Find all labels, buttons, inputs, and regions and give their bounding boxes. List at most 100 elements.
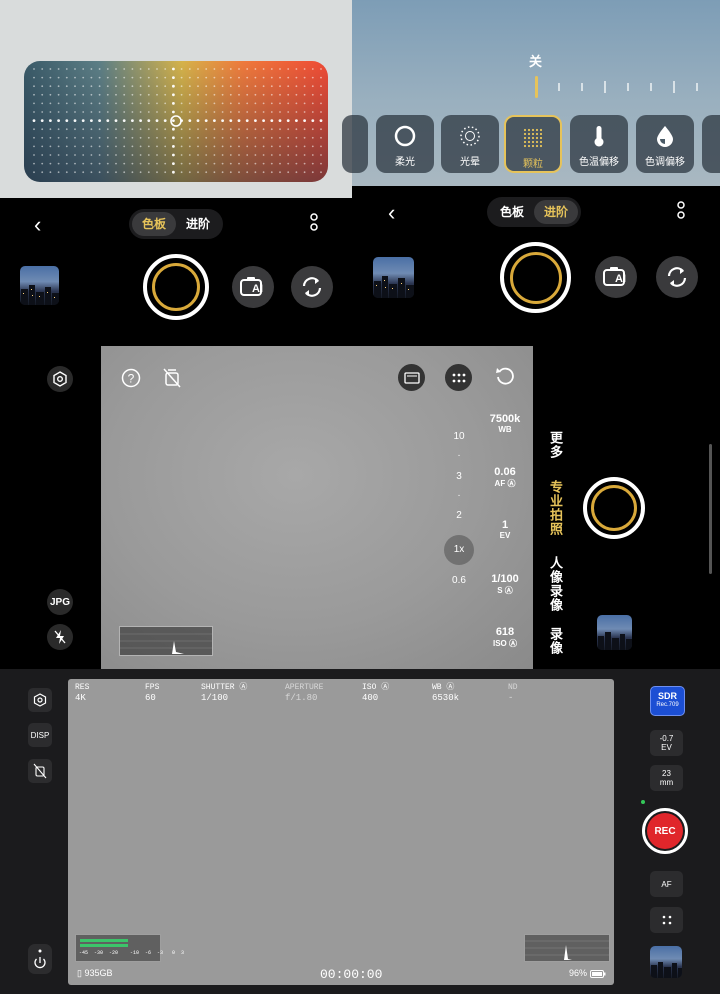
zoom-level-10[interactable]: 10 [444,431,474,442]
more-options-icon[interactable] [676,200,686,222]
color-board-dot [188,136,191,139]
power-button[interactable] [28,944,52,974]
flip-camera-button[interactable] [291,266,333,308]
mirror-button[interactable] [28,759,52,783]
exposure-button[interactable]: -0.7 EV [650,730,683,756]
filter-label: 颗粒 [523,159,543,170]
color-board-dot [270,171,273,174]
gallery-thumbnail[interactable] [597,615,632,650]
zoom-level-0.6[interactable]: 0.6 [444,575,474,586]
shutter-button[interactable] [143,254,209,320]
auto-badge-icon: Ⓐ [239,683,248,692]
color-board-dot [90,154,93,156]
back-chevron-icon[interactable]: ‹ [388,200,395,226]
wb-readout[interactable]: WB Ⓐ 6530k [432,683,459,703]
zoom-level-3[interactable]: 3 [444,471,474,482]
reset-icon[interactable] [494,365,516,387]
seg-advanced[interactable]: 进阶 [534,200,579,224]
filter-button-partial[interactable] [702,115,720,173]
focal-length-button[interactable]: 23 mm [650,765,683,791]
back-chevron-icon[interactable]: ‹ [34,212,41,238]
shutter-button[interactable] [500,242,571,313]
color-board-dot [279,76,281,79]
mirror-off-icon[interactable] [162,367,182,389]
color-board-dot [114,119,118,122]
mode-segmented-control: 色板 进阶 [129,209,224,239]
mode-pro-photo[interactable]: 专业拍照 [546,480,565,536]
shutter-readout[interactable]: SHUTTER Ⓐ 1/100 [201,683,247,703]
color-board-dot [262,93,265,96]
color-board-dot [33,68,35,70]
grid-menu-button[interactable] [445,364,472,391]
filter-button-partial[interactable] [342,115,368,173]
more-options-icon[interactable] [309,212,319,234]
filter-strength-slider[interactable] [502,74,720,100]
ai-camera-button[interactable]: AI [232,266,274,308]
color-board-dot [229,85,232,88]
filter-label: 柔光 [395,157,415,168]
param-autofocus[interactable]: 0.06 AF Ⓐ [481,466,529,489]
aperture-readout[interactable]: APERTURE f/1.80 [285,683,323,703]
fps-readout[interactable]: FPS 60 [145,683,159,703]
slider-thumb[interactable] [535,76,538,98]
param-shutter[interactable]: 1/100 S Ⓐ [481,573,529,596]
zoom-level-1x[interactable]: 1x [444,535,474,565]
histogram [524,934,610,962]
gallery-thumbnail[interactable] [650,946,682,978]
seg-palette[interactable]: 色板 [490,200,534,224]
filter-button-color-temp-shift[interactable]: 色温偏移 [570,115,628,173]
flash-off-button[interactable] [47,624,73,650]
param-exposure[interactable]: 1 EV [481,519,529,540]
param-iso[interactable]: 618 ISO Ⓐ [481,626,529,649]
color-board-dot [197,136,199,139]
sdr-sublabel: Rec.709 [656,702,679,708]
color-board-dot [262,85,265,88]
ai-camera-button[interactable]: AI [595,256,637,298]
iso-readout[interactable]: ISO Ⓐ 400 [362,683,389,703]
color-board-dot [164,162,167,165]
more-menu-button[interactable] [650,907,683,933]
seg-palette[interactable]: 色板 [132,212,177,236]
color-board-dot [156,93,158,96]
res-readout[interactable]: RES 4K [75,683,89,703]
shutter-button[interactable] [583,477,645,539]
mode-more[interactable]: 更多 [546,431,565,459]
nd-readout[interactable]: ND - [508,683,518,703]
color-board-dot [221,154,224,156]
filter-button-soft-light[interactable]: 柔光 [376,115,434,173]
filter-button-grain[interactable]: 颗粒 [504,115,562,173]
gallery-thumbnail[interactable] [373,257,414,298]
color-board[interactable] [24,61,328,182]
filter-button-halo[interactable]: 光晕 [441,115,499,173]
param-white-balance[interactable]: 7500k WB [481,413,529,434]
format-jpg-button[interactable]: JPG [47,589,73,615]
color-board-dot [172,76,175,79]
settings-button[interactable] [47,366,73,392]
color-board-dot [180,68,183,70]
sdr-button[interactable]: SDR Rec.709 [650,686,685,716]
display-button[interactable]: DISP [28,723,52,747]
record-button[interactable]: REC [642,808,688,854]
color-board-dot [270,102,273,105]
color-board-dot [156,111,158,113]
color-board-dot [320,145,322,148]
flip-camera-button[interactable] [656,256,698,298]
pro-viewfinder[interactable] [101,346,533,669]
color-board-dot [82,85,85,88]
af-button[interactable]: AF [650,871,683,897]
filter-button-tint-shift[interactable]: 色调偏移 [636,115,694,173]
color-board-dot [213,154,216,156]
color-board-dot [74,145,76,148]
mode-portrait-video[interactable]: 人像录像 [546,556,565,612]
seg-advanced[interactable]: 进阶 [176,212,220,236]
color-board-dot [188,119,192,122]
help-icon[interactable]: ? [121,368,141,388]
aspect-ratio-button[interactable] [398,364,425,391]
color-board-dot [270,162,273,165]
gallery-thumbnail[interactable] [20,266,59,305]
zoom-level-2[interactable]: 2 [444,510,474,521]
settings-button[interactable] [28,688,52,712]
mode-video[interactable]: 录像 [546,627,565,655]
color-board-dot [131,102,134,105]
color-board-dot [65,111,68,113]
